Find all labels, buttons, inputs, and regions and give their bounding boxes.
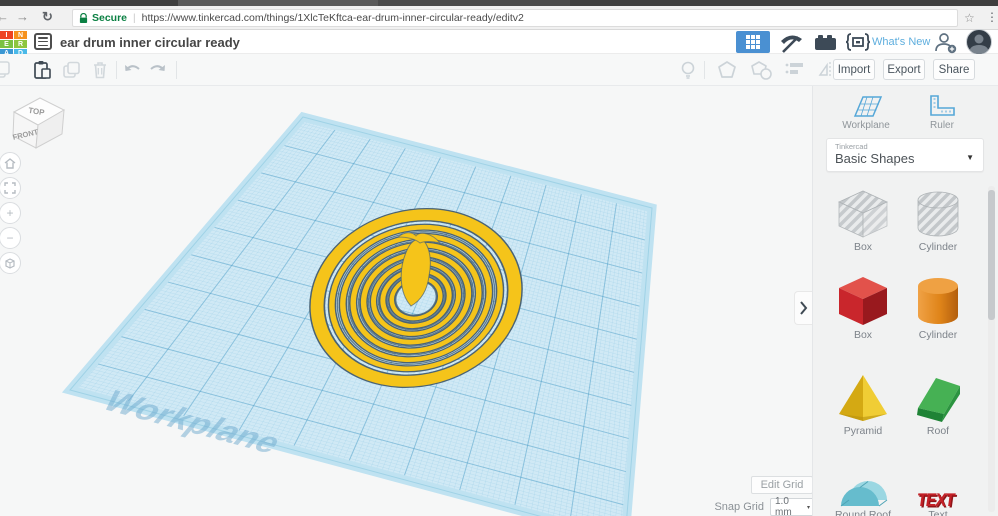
fit-view-icon (4, 182, 16, 194)
brick-icon[interactable] (815, 35, 837, 51)
edit-grid-button[interactable]: Edit Grid (751, 476, 812, 494)
text-shape-preview: TEXT (899, 454, 977, 512)
shapes-panel: Workplane Ruler Tinkercad Basic Shapes ▼ (812, 86, 998, 516)
app-header: I N E R A D ear drum inner circular read… (0, 30, 998, 54)
snap-grid-value: 1.0 mm (775, 496, 807, 516)
share-button[interactable]: Share (933, 59, 975, 80)
lightbulb-icon[interactable] (678, 60, 698, 80)
panel-collapse-handle[interactable] (794, 291, 812, 325)
minecraft-pickaxe-icon[interactable] (779, 33, 803, 53)
shape-tile-cylinder-hole[interactable]: Cylinder (903, 188, 973, 253)
design-list-icon[interactable] (34, 33, 52, 50)
ruler-tool-label: Ruler (907, 120, 977, 131)
undo-icon[interactable] (122, 60, 142, 80)
shape-tile-roof[interactable]: Roof (903, 370, 973, 437)
view-cube[interactable]: TOP FRONT (6, 92, 68, 152)
dashboard-grid-button[interactable] (736, 31, 770, 53)
fit-view-button[interactable] (0, 177, 21, 199)
library-brand: Tinkercad (835, 142, 975, 151)
shape-label: Roof (903, 425, 973, 437)
duplicate-icon[interactable] (62, 60, 82, 80)
main-area: Workplane TOP FRONT (0, 86, 998, 516)
snap-grid-select[interactable]: 1.0 mm ▾ (770, 498, 812, 516)
browser-address-bar: ← → ↻ Secure | https://www.tinkercad.com… (0, 6, 998, 30)
shape-tile-round-roof[interactable]: Round Roof (828, 458, 898, 516)
ungroup-icon[interactable] (748, 60, 774, 80)
back-button[interactable]: ← (0, 9, 9, 24)
workplane-tool[interactable]: Workplane (831, 94, 901, 131)
perspective-cube-icon (4, 257, 16, 269)
shape-label: Cylinder (903, 241, 973, 253)
logo-tile: I (0, 31, 13, 39)
shape-tile-cylinder[interactable]: Cylinder (903, 274, 973, 341)
logo-tile: E (0, 40, 13, 48)
zoom-in-button[interactable]: + (0, 202, 21, 224)
ruler-tool[interactable]: Ruler (907, 94, 977, 131)
shape-tile-text[interactable]: TEXT Text (903, 458, 973, 516)
library-title: Basic Shapes (835, 151, 975, 166)
home-view-button[interactable] (0, 152, 21, 174)
ruler-tool-icon (927, 94, 957, 118)
grid-icon (746, 35, 760, 49)
caret-down-icon: ▼ (966, 153, 974, 162)
zoom-out-button[interactable]: − (0, 227, 21, 249)
delete-trash-icon[interactable] (90, 60, 110, 80)
add-person-icon[interactable] (934, 32, 958, 54)
url-separator: | (133, 13, 136, 24)
user-avatar[interactable] (966, 29, 992, 55)
padlock-icon (79, 13, 88, 24)
forward-button[interactable]: → (16, 9, 29, 24)
browser-menu-icon[interactable]: ⋮ (986, 10, 998, 24)
snap-grid-label: Snap Grid (698, 501, 764, 513)
align-icon[interactable] (784, 60, 806, 80)
home-icon (4, 158, 16, 169)
chevron-right-icon (799, 300, 808, 316)
shape-tile-box[interactable]: Box (828, 274, 898, 341)
shape-tile-box-hole[interactable]: Box (828, 188, 898, 253)
shape-label: Round Roof (828, 509, 898, 516)
avatar-silhouette-icon (967, 30, 991, 54)
design-title[interactable]: ear drum inner circular ready (60, 35, 240, 50)
codeblocks-icon[interactable] (845, 33, 871, 51)
perspective-toggle-button[interactable] (0, 252, 21, 274)
group-icon[interactable] (714, 60, 740, 80)
shape-library-dropdown[interactable]: Tinkercad Basic Shapes ▼ (826, 138, 984, 172)
whats-new-link[interactable]: What's New (872, 36, 930, 48)
reload-button[interactable]: ↻ (42, 9, 53, 25)
shape-label: Box (828, 329, 898, 341)
copy-icon[interactable] (0, 60, 12, 80)
editor-toolbar: Import Export Share (0, 54, 998, 86)
export-button[interactable]: Export (883, 59, 925, 80)
panel-scrollbar-thumb[interactable] (988, 190, 995, 320)
shape-tile-pyramid[interactable]: Pyramid (828, 370, 898, 437)
import-button[interactable]: Import (833, 59, 875, 80)
shape-label: Box (828, 241, 898, 253)
bookmark-star-icon[interactable]: ☆ (964, 11, 975, 25)
logo-tile: R (14, 40, 27, 48)
redo-icon[interactable] (148, 60, 168, 80)
paste-icon[interactable] (32, 60, 52, 80)
tinkercad-editor-window: ← → ↻ Secure | https://www.tinkercad.com… (0, 0, 998, 516)
secure-badge[interactable]: Secure (92, 12, 127, 24)
viewport-3d[interactable]: Workplane TOP FRONT (0, 86, 812, 516)
url-text[interactable]: https://www.tinkercad.com/things/1XlcTeK… (142, 12, 524, 24)
workplane-tool-icon (848, 94, 884, 118)
logo-tile: N (14, 31, 27, 39)
workplane-tool-label: Workplane (831, 120, 901, 131)
scene-3d[interactable]: Workplane (0, 86, 812, 516)
caret-down-icon: ▾ (807, 504, 810, 511)
shape-label: Cylinder (903, 329, 973, 341)
shape-label: Pyramid (828, 425, 898, 437)
url-field[interactable]: Secure | https://www.tinkercad.com/thing… (72, 9, 958, 27)
